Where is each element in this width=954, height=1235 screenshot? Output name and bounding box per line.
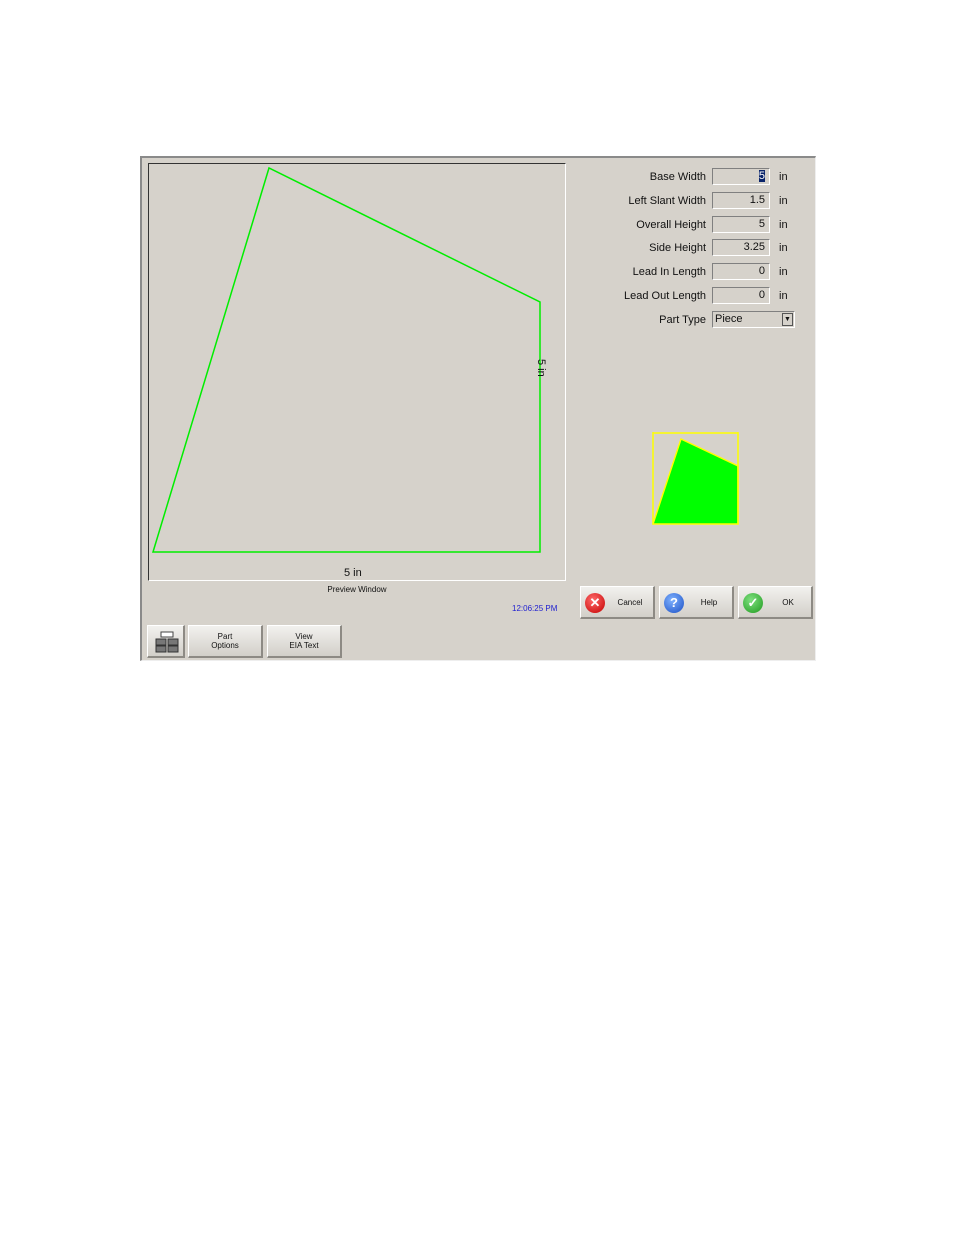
view-eia-label-line2: EIA Text [289, 641, 319, 650]
shape-thumbnail [651, 432, 739, 525]
part-options-label-line2: Options [211, 641, 239, 650]
overall-height-label: Overall Height [636, 219, 706, 231]
base-width-label: Base Width [649, 171, 706, 183]
part-type-row: Part Type Piece ▼ [582, 311, 822, 329]
lead-out-length-row: Lead Out Length 0 in [582, 287, 822, 305]
left-slant-width-label: Left Slant Width [628, 195, 706, 207]
side-height-label: Side Height [649, 242, 706, 254]
left-slant-width-row: Left Slant Width 1.5 in [582, 192, 822, 210]
part-type-select[interactable]: Piece ▼ [712, 311, 795, 328]
keypad-button[interactable] [147, 625, 185, 658]
unit-label: in [779, 195, 788, 207]
keypad-icon [155, 631, 179, 653]
view-eia-label-line1: View [295, 632, 313, 641]
preview-window-label: Preview Window [327, 585, 387, 594]
shape-wizard-window: 5 in 5 in Preview Window 12:06:25 PM Bas… [140, 156, 816, 661]
lead-in-length-label: Lead In Length [632, 266, 706, 278]
base-dimension-label: 5 in [344, 567, 362, 579]
lead-out-length-input[interactable]: 0 [712, 287, 770, 304]
part-options-label-line1: Part [217, 632, 233, 641]
help-button[interactable]: ? Help [659, 586, 734, 619]
view-eia-text-button[interactable]: View EIA Text [267, 625, 342, 658]
base-width-input[interactable]: 5 [712, 168, 770, 185]
unit-label: in [779, 290, 788, 302]
overall-height-input[interactable]: 5 [712, 216, 770, 233]
cancel-x-icon: ✕ [585, 593, 605, 613]
clock: 12:06:25 PM [512, 604, 558, 613]
chevron-down-icon[interactable]: ▼ [782, 313, 793, 326]
ok-button[interactable]: ✓ OK [738, 586, 813, 619]
ok-check-icon: ✓ [743, 593, 763, 613]
unit-label: in [779, 242, 788, 254]
lead-out-length-label: Lead Out Length [624, 290, 706, 302]
thumbnail-shape [651, 437, 739, 525]
side-height-input[interactable]: 3.25 [712, 239, 770, 256]
side-height-row: Side Height 3.25 in [582, 239, 822, 257]
part-outline [151, 166, 541, 553]
unit-label: in [779, 266, 788, 278]
lead-in-length-row: Lead In Length 0 in [582, 263, 822, 281]
overall-height-row: Overall Height 5 in [582, 216, 822, 234]
lead-in-length-input[interactable]: 0 [712, 263, 770, 280]
preview-window: 5 in 5 in [148, 163, 566, 581]
cancel-label: Cancel [617, 598, 643, 607]
left-slant-width-input[interactable]: 1.5 [712, 192, 770, 209]
base-width-row: Base Width 5 in [582, 168, 822, 186]
part-type-value: Piece [715, 313, 743, 325]
side-dimension-label: 5 in [535, 359, 547, 377]
part-type-label: Part Type [659, 314, 706, 326]
unit-label: in [779, 171, 788, 183]
part-options-button[interactable]: Part Options [188, 625, 263, 658]
preview-canvas [151, 166, 541, 553]
help-label: Help [700, 598, 718, 607]
ok-label: OK [782, 598, 794, 607]
cancel-button[interactable]: ✕ Cancel [580, 586, 655, 619]
unit-label: in [779, 219, 788, 231]
help-question-icon: ? [664, 593, 684, 613]
